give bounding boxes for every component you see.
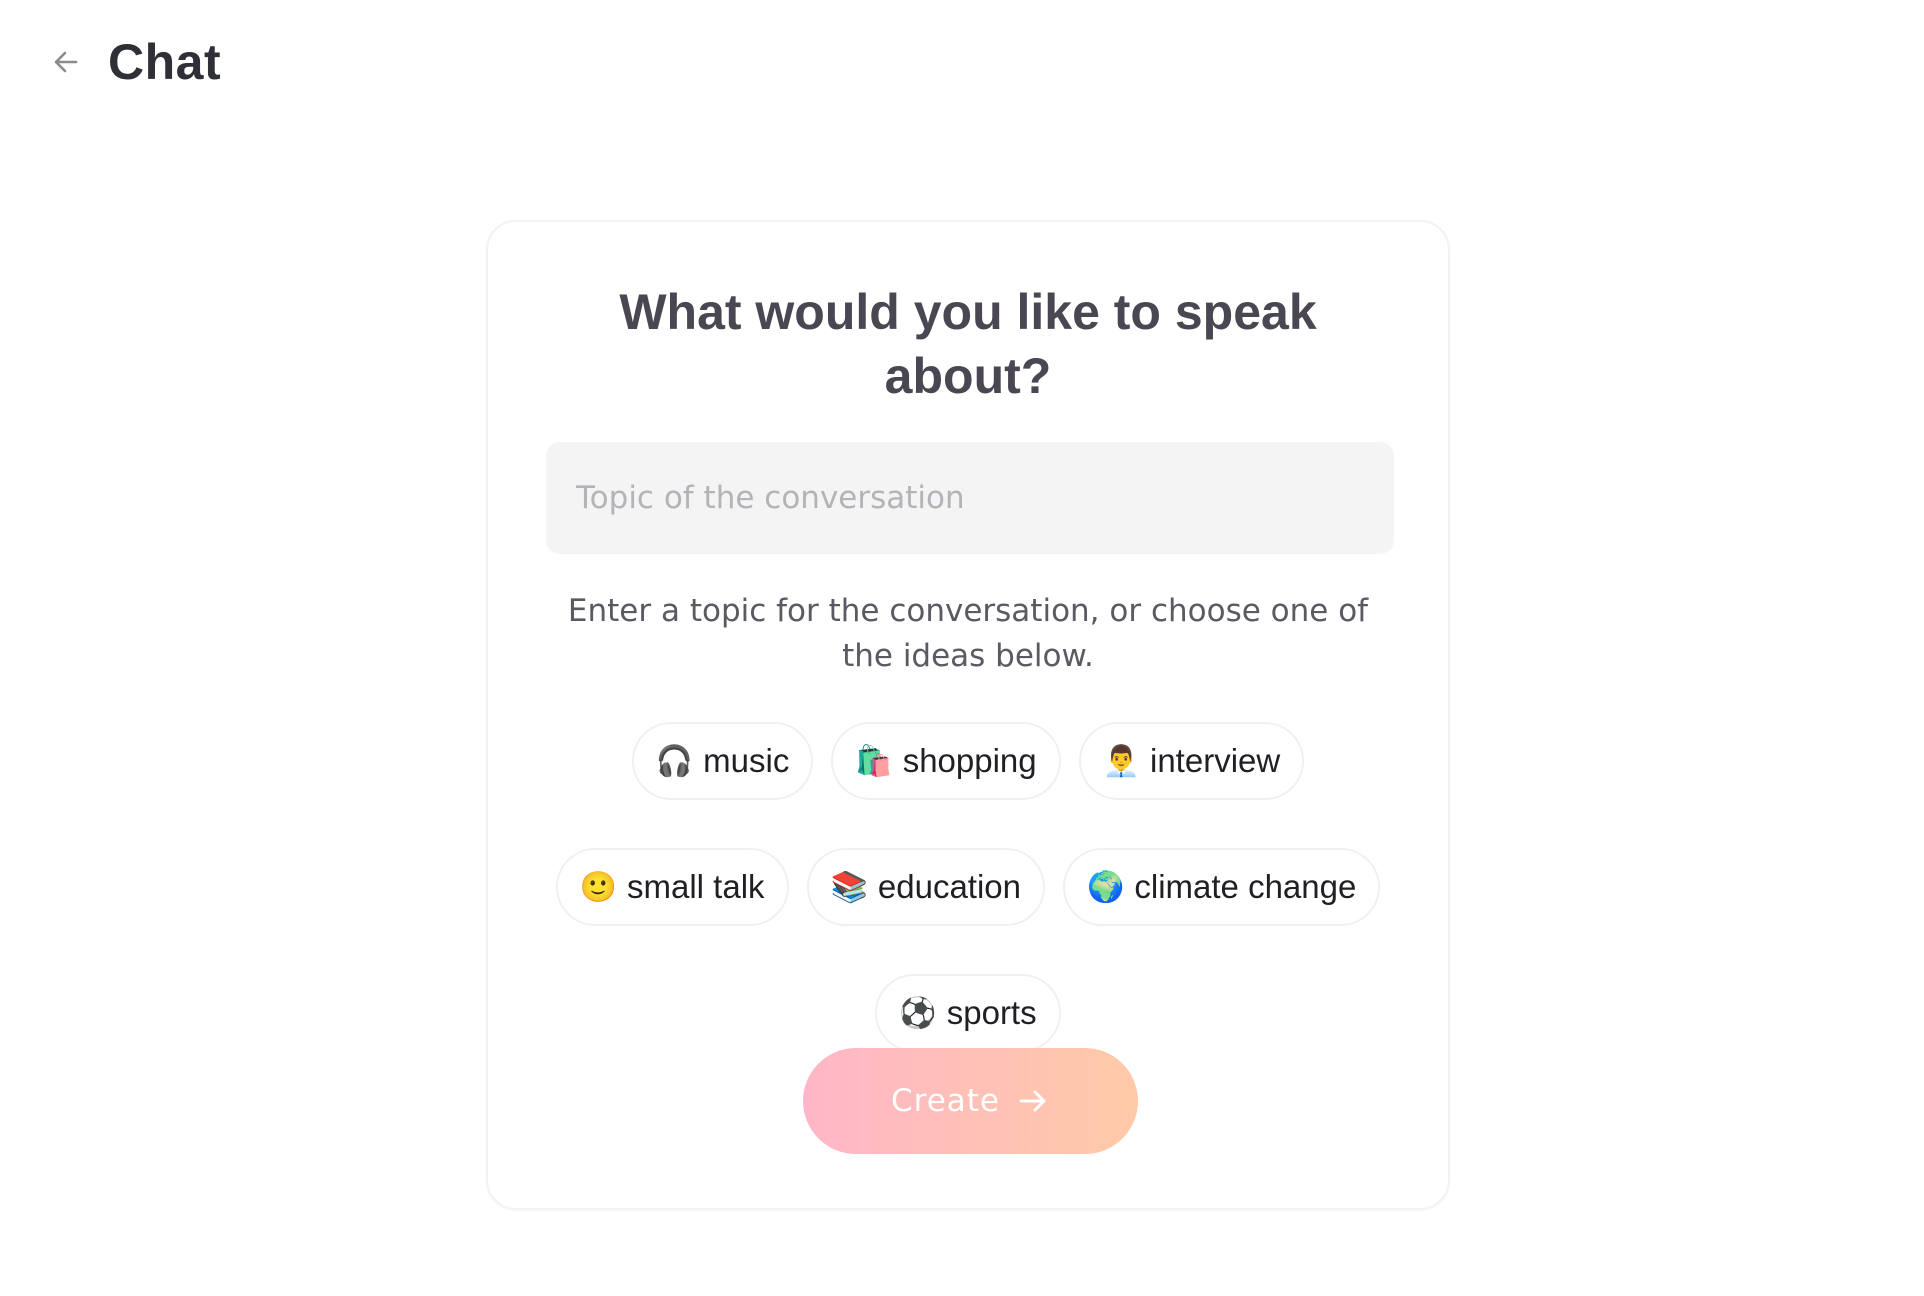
hint-text: Enter a topic for the conversation, or c… — [567, 593, 1369, 674]
chip-label: small talk — [627, 868, 765, 905]
topic-input[interactable] — [546, 442, 1394, 554]
chip-label: music — [703, 742, 790, 779]
globe-icon: 🌍 — [1087, 870, 1125, 904]
chip-interview[interactable]: 👨‍💼 interview — [1078, 722, 1305, 800]
shopping-bags-icon: 🛍️ — [855, 744, 893, 778]
chip-climate-change[interactable]: 🌍 climate change — [1063, 848, 1381, 926]
office-worker-icon: 👨‍💼 — [1102, 744, 1140, 778]
chip-label: climate change — [1134, 868, 1357, 905]
chip-music[interactable]: 🎧 music — [631, 722, 814, 800]
create-button-label: Create — [890, 1083, 1000, 1119]
chip-small-talk[interactable]: 🙂 small talk — [555, 848, 789, 926]
page-title: Chat — [108, 34, 222, 90]
smiley-icon: 🙂 — [579, 870, 617, 904]
soccer-ball-icon: ⚽ — [899, 996, 937, 1030]
create-button[interactable]: Create — [803, 1048, 1138, 1154]
arrow-left-icon — [54, 51, 78, 73]
top-bar: Chat — [46, 30, 221, 94]
card-heading: What would you like to speak about? — [619, 284, 1317, 404]
chip-label: sports — [946, 994, 1037, 1031]
headphones-icon: 🎧 — [655, 744, 694, 778]
topic-card: What would you like to speak about? Ente… — [486, 220, 1450, 1210]
chip-label: education — [877, 868, 1022, 905]
chip-shopping[interactable]: 🛍️ shopping — [831, 722, 1061, 800]
chip-education[interactable]: 📚 education — [806, 848, 1046, 926]
arrow-right-icon — [1016, 1084, 1050, 1118]
back-button[interactable] — [46, 42, 86, 82]
books-icon: 📚 — [830, 870, 868, 904]
chip-label: shopping — [902, 742, 1037, 779]
topic-chips: 🎧 music 🛍️ shopping 👨‍💼 interview 🙂 smal… — [528, 722, 1408, 1052]
chip-label: interview — [1150, 742, 1281, 779]
chip-sports[interactable]: ⚽ sports — [875, 974, 1061, 1052]
